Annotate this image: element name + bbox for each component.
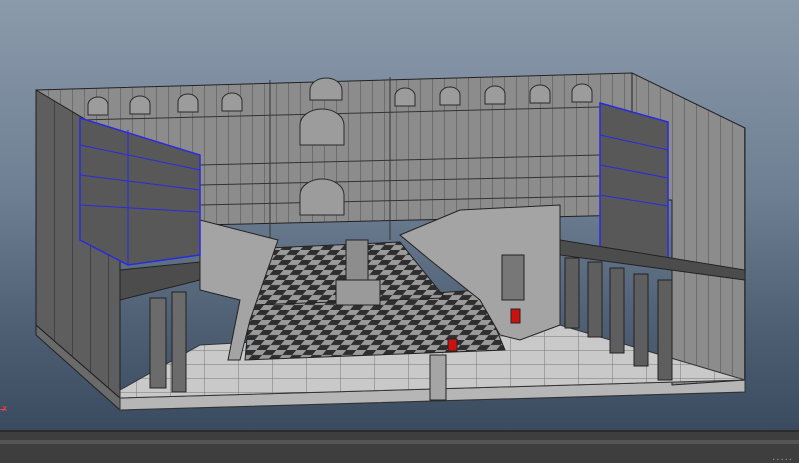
doorway: [501, 254, 525, 301]
timeline-bar[interactable]: .....: [0, 430, 799, 463]
axis-x-label: x: [2, 404, 8, 414]
right-selected-panel[interactable]: [599, 102, 669, 261]
central-pillar: [345, 239, 369, 281]
red-marker-floor[interactable]: [447, 338, 458, 352]
timeline-track[interactable]: [0, 440, 799, 444]
central-pedestal-base: [335, 279, 381, 306]
red-marker-door[interactable]: [510, 308, 521, 324]
front-post: [429, 354, 447, 401]
scene-render[interactable]: [0, 0, 799, 430]
left-balcony: [119, 261, 201, 301]
timeline-handle[interactable]: .....: [772, 452, 793, 463]
3d-viewport[interactable]: x: [0, 0, 799, 430]
